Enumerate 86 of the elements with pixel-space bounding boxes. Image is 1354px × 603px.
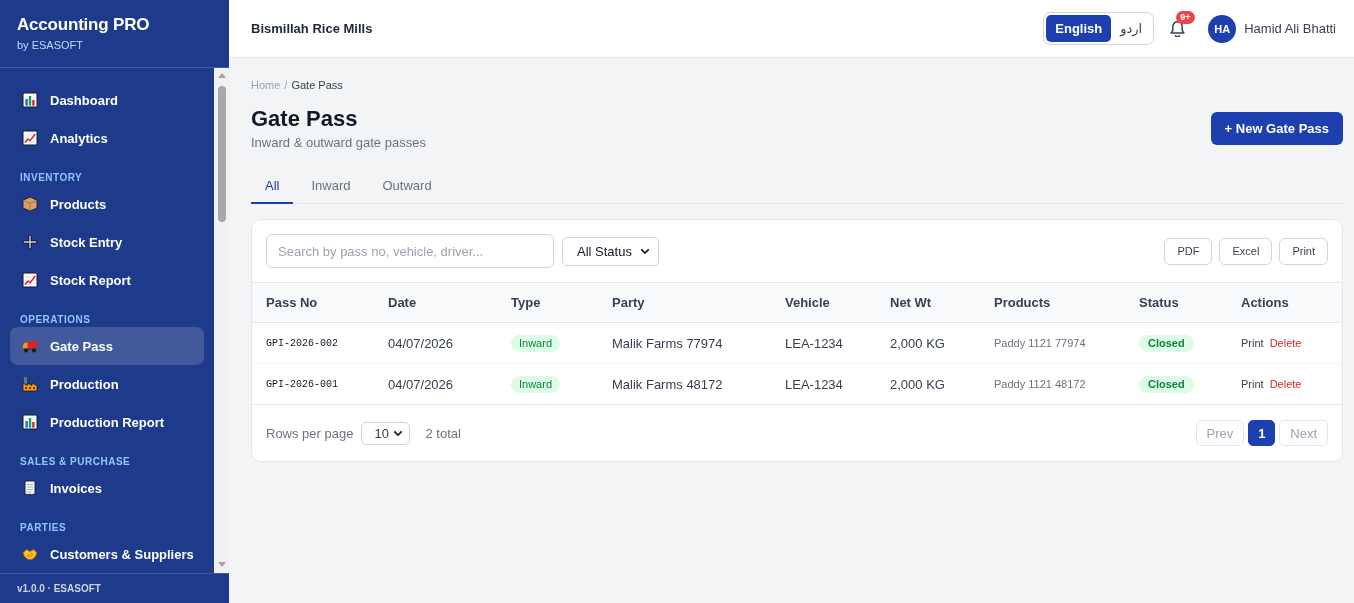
page-number-button[interactable]: 1 xyxy=(1248,420,1276,446)
line-chart-icon xyxy=(22,130,38,146)
notification-bell-icon[interactable] xyxy=(1170,20,1186,37)
brand-title: Accounting PRO xyxy=(17,15,150,35)
nav-section-heading: OPERATIONS xyxy=(20,314,91,326)
language-option[interactable]: اردو xyxy=(1111,15,1152,42)
nav-item[interactable]: Production Report xyxy=(10,403,204,441)
rows-per-page-label: Rows per page xyxy=(266,425,354,441)
factory-icon xyxy=(22,376,38,392)
search-field[interactable]: Search by pass no, vehicle, driver... xyxy=(266,234,554,268)
nav-item[interactable]: Stock Report xyxy=(10,261,204,299)
nav-item[interactable]: Analytics xyxy=(10,119,204,157)
column-header: Type xyxy=(497,282,598,323)
column-header: Actions xyxy=(1227,282,1342,323)
tab[interactable]: All xyxy=(251,169,294,204)
nav-section-heading: SALES & PURCHASE xyxy=(20,456,131,468)
scroll-up-arrow-icon[interactable] xyxy=(217,73,226,78)
notification-badge: 9+ xyxy=(1176,10,1195,24)
scroll-down-arrow-icon[interactable] xyxy=(217,562,226,567)
table-cell: Paddy 1121 77974 xyxy=(980,322,1125,364)
page-subtitle: Inward & outward gate passes xyxy=(251,135,426,151)
nav-item[interactable]: Stock Entry xyxy=(10,223,204,261)
column-header: Net Wt xyxy=(876,282,980,323)
column-header: Pass No xyxy=(252,282,374,323)
delete-link[interactable]: Delete xyxy=(1269,337,1302,349)
nav-section-heading: PARTIES xyxy=(20,522,67,534)
user-avatar[interactable]: HA xyxy=(1208,14,1237,43)
table-cell: 04/07/2026 xyxy=(374,322,497,364)
table-cell: LEA-1234 xyxy=(771,363,876,405)
rows-per-page-dropdown[interactable]: 10 xyxy=(361,421,411,445)
column-header: Date xyxy=(374,282,497,323)
tab[interactable]: Outward xyxy=(368,169,446,204)
language-option[interactable]: English xyxy=(1046,15,1112,42)
table-cell: GPI-2026-001 xyxy=(252,363,374,405)
table-cell: LEA-1234 xyxy=(771,322,876,364)
total-count: 2 total xyxy=(425,425,461,441)
nav-section-heading: INVENTORY xyxy=(20,172,83,184)
type-badge: Inward xyxy=(511,334,561,352)
table-cell: 04/07/2026 xyxy=(374,363,497,405)
nav-item[interactable]: Production xyxy=(10,365,204,403)
chevron-down-icon xyxy=(393,429,404,437)
table-cell: Malik Farms 77974 xyxy=(598,322,771,364)
nav-item[interactable]: Products xyxy=(10,185,204,223)
nav-item[interactable]: Invoices xyxy=(10,469,204,507)
nav-item[interactable]: Customers & Suppliers xyxy=(10,535,204,573)
bar-chart-icon xyxy=(22,92,38,108)
delete-link[interactable]: Delete xyxy=(1269,378,1302,390)
breadcrumb-current: Gate Pass xyxy=(291,78,343,92)
page-title: Gate Pass xyxy=(251,105,358,132)
nav-item[interactable]: Dashboard xyxy=(10,81,204,119)
breadcrumb-separator: / xyxy=(284,78,288,92)
table-cell: Paddy 1121 48172 xyxy=(980,363,1125,405)
excel-export-button[interactable]: Excel xyxy=(1219,237,1273,265)
status-badge: Closed xyxy=(1139,334,1194,352)
box-icon xyxy=(22,196,38,212)
status-filter-dropdown[interactable]: All Status xyxy=(562,236,659,266)
column-header: Products xyxy=(980,282,1125,323)
column-header: Status xyxy=(1125,282,1227,323)
user-name[interactable]: Hamid Ali Bhatti xyxy=(1244,21,1336,36)
table-cell: 2,000 KG xyxy=(876,322,980,364)
truck-icon xyxy=(22,338,38,354)
line-chart-icon xyxy=(22,272,38,288)
status-badge: Closed xyxy=(1139,375,1194,393)
scrollbar[interactable] xyxy=(214,68,229,573)
bar-chart-icon xyxy=(22,414,38,430)
table-cell: 2,000 KG xyxy=(876,363,980,405)
company-name: Bismillah Rice Mills xyxy=(251,21,373,36)
handshake-icon xyxy=(22,546,38,562)
receipt-icon xyxy=(22,480,38,496)
pdf-export-button[interactable]: PDF xyxy=(1164,237,1213,265)
print-button[interactable]: Print xyxy=(1279,237,1328,265)
chevron-down-icon xyxy=(640,247,650,255)
plus-icon xyxy=(22,234,38,250)
new-gate-pass-button[interactable]: + New Gate Pass xyxy=(1210,111,1343,145)
tab[interactable]: Inward xyxy=(297,169,365,204)
column-header: Vehicle xyxy=(771,282,876,323)
type-badge: Inward xyxy=(511,375,561,393)
print-link[interactable]: Print xyxy=(1241,337,1264,349)
scrollbar-thumb[interactable] xyxy=(217,86,226,222)
version-label: v1.0.0 · ESASOFT xyxy=(17,583,101,594)
table-cell: GPI-2026-002 xyxy=(252,322,374,364)
print-link[interactable]: Print xyxy=(1241,378,1264,390)
table-cell: Malik Farms 48172 xyxy=(598,363,771,405)
brand-subtitle: by ESASOFT xyxy=(17,38,84,52)
column-header: Party xyxy=(598,282,771,323)
nav-item[interactable]: Gate Pass xyxy=(10,327,204,365)
